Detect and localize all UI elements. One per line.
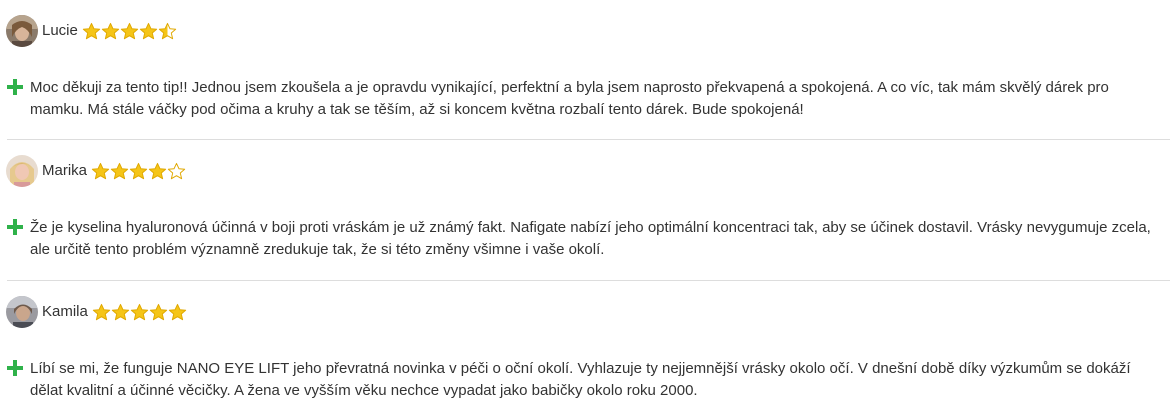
review-item: Marika Že je kyselina hyaluronová účinná…	[0, 140, 1170, 280]
review-item: Lucie Moc děkuji za tento tip!! Jednou j…	[0, 0, 1170, 139]
star-rating	[82, 15, 177, 47]
review-header: Lucie	[6, 15, 177, 47]
review-text: Líbí se mi, že funguje NANO EYE LIFT jeh…	[30, 360, 1131, 399]
review-body: Líbí se mi, že funguje NANO EYE LIFT jeh…	[7, 358, 1165, 402]
star-rating	[92, 296, 187, 328]
star-full-icon	[130, 303, 149, 320]
star-half-icon	[158, 22, 177, 39]
review-item: Kamila Líbí se mi, že funguje NANO EYE L…	[0, 281, 1170, 419]
star-full-icon	[129, 162, 148, 179]
star-full-icon	[148, 162, 167, 179]
review-header: Kamila	[6, 296, 187, 328]
avatar	[6, 15, 38, 47]
star-full-icon	[91, 162, 110, 179]
star-full-icon	[111, 303, 130, 320]
star-full-icon	[168, 303, 187, 320]
plus-icon	[7, 219, 23, 235]
avatar	[6, 155, 38, 187]
plus-icon	[7, 360, 23, 376]
star-full-icon	[149, 303, 168, 320]
review-text: Že je kyselina hyaluronová účinná v boji…	[30, 219, 1151, 258]
star-full-icon	[110, 162, 129, 179]
review-body: Moc děkuji za tento tip!! Jednou jsem zk…	[7, 77, 1165, 121]
star-full-icon	[139, 22, 158, 39]
star-full-icon	[120, 22, 139, 39]
star-empty-icon	[167, 162, 186, 179]
reviewer-name: Kamila	[42, 303, 88, 320]
star-rating	[91, 155, 186, 187]
review-body: Že je kyselina hyaluronová účinná v boji…	[7, 217, 1165, 261]
reviews-list: Lucie Moc děkuji za tento tip!! Jednou j…	[0, 0, 1170, 419]
star-full-icon	[92, 303, 111, 320]
reviewer-name: Lucie	[42, 22, 78, 39]
review-header: Marika	[6, 155, 186, 187]
plus-icon	[7, 79, 23, 95]
avatar	[6, 296, 38, 328]
star-full-icon	[82, 22, 101, 39]
star-full-icon	[101, 22, 120, 39]
reviewer-name: Marika	[42, 162, 88, 179]
review-text: Moc děkuji za tento tip!! Jednou jsem zk…	[30, 79, 1109, 118]
